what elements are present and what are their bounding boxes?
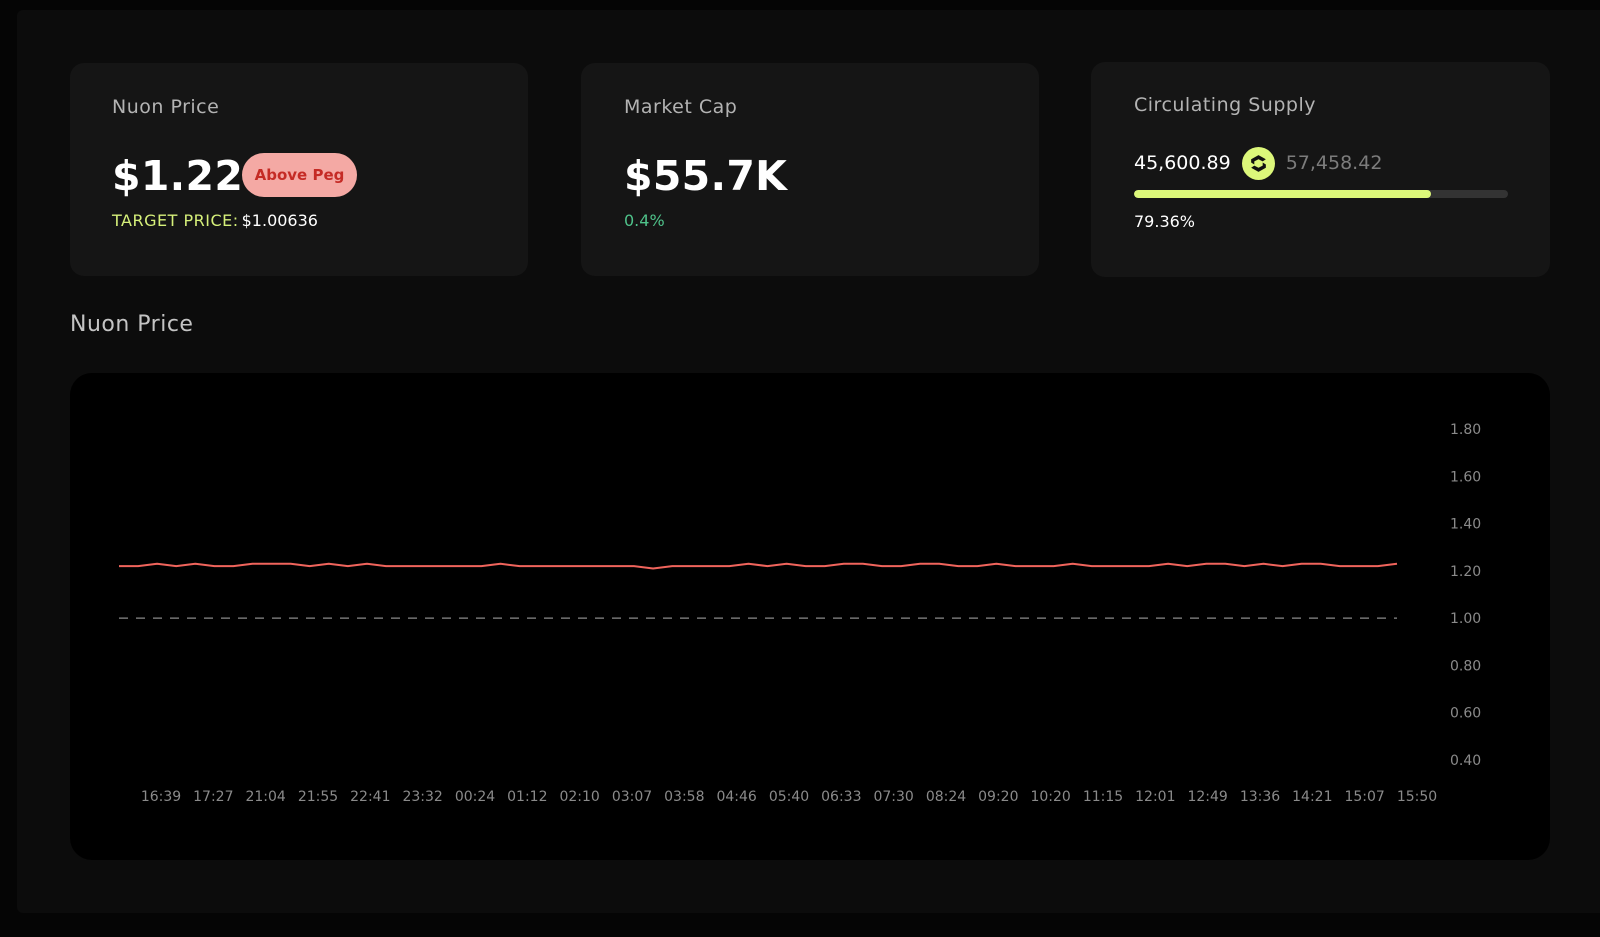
supply-progress-fill [1134, 190, 1431, 198]
nuon-price-card-title: Nuon Price [112, 96, 220, 118]
x-tick-label: 15:07 [1344, 789, 1384, 805]
market-cap-value: $55.7K [624, 152, 788, 200]
x-tick-label: 11:15 [1083, 789, 1123, 805]
chart-section-title: Nuon Price [70, 312, 194, 337]
supply-current-value: 45,600.89 [1134, 152, 1231, 174]
x-tick-label: 02:10 [559, 789, 599, 805]
x-tick-label: 23:32 [402, 789, 442, 805]
supply-percent: 79.36% [1134, 212, 1196, 231]
nuon-price-card: Nuon Price $1.22 Above Peg TARGET PRICE:… [70, 63, 528, 276]
y-tick-label: 0.40 [1450, 753, 1481, 769]
supply-row: 45,600.89 57,458.42 [1134, 146, 1382, 180]
target-price-value: $1.00636 [241, 211, 318, 230]
x-tick-label: 14:21 [1292, 789, 1332, 805]
circulating-supply-card: Circulating Supply 45,600.89 57,458.42 7… [1091, 62, 1550, 277]
x-tick-label: 21:55 [298, 789, 338, 805]
x-tick-label: 17:27 [193, 789, 233, 805]
supply-max-value: 57,458.42 [1285, 152, 1383, 174]
y-tick-label: 1.80 [1450, 422, 1481, 438]
x-tick-label: 01:12 [507, 789, 547, 805]
x-tick-label: 04:46 [716, 789, 756, 805]
x-tick-label: 08:24 [926, 789, 966, 805]
supply-progress-bar [1134, 190, 1508, 198]
target-price-row: TARGET PRICE: $1.00636 [112, 211, 318, 230]
x-tick-label: 13:36 [1240, 789, 1280, 805]
y-tick-label: 0.60 [1450, 706, 1481, 722]
x-tick-label: 21:04 [245, 789, 285, 805]
target-price-label: TARGET PRICE: [112, 211, 239, 230]
x-tick-label: 00:24 [455, 789, 495, 805]
price-chart: 1.80 1.60 1.40 1.20 1.00 0.80 0.60 0.40 16:39 17:… [70, 373, 1550, 860]
x-tick-label: 03:58 [664, 789, 704, 805]
nuon-price-value: $1.22 [112, 152, 244, 200]
above-peg-badge: Above Peg [242, 153, 357, 197]
circulating-supply-card-title: Circulating Supply [1134, 94, 1316, 116]
y-tick-label: 1.20 [1450, 564, 1481, 580]
price-series-line [119, 562, 1398, 570]
nuon-coin-icon [1241, 146, 1275, 180]
y-tick-label: 1.60 [1450, 469, 1481, 485]
x-tick-label: 03:07 [612, 789, 652, 805]
x-tick-label: 09:20 [978, 789, 1018, 805]
x-tick-label: 15:50 [1397, 789, 1437, 805]
price-chart-svg: 1.80 1.60 1.40 1.20 1.00 0.80 0.60 0.40 16:39 17:… [119, 422, 1481, 805]
x-tick-label: 12:01 [1135, 789, 1175, 805]
market-cap-change: 0.4% [624, 211, 665, 230]
market-cap-card-title: Market Cap [624, 96, 738, 118]
x-tick-label: 07:30 [873, 789, 913, 805]
market-cap-card: Market Cap $55.7K 0.4% [581, 63, 1039, 276]
x-tick-label: 06:33 [821, 789, 861, 805]
x-tick-label: 05:40 [769, 789, 809, 805]
x-tick-label: 12:49 [1187, 789, 1227, 805]
y-tick-label: 0.80 [1450, 658, 1481, 674]
y-tick-label: 1.40 [1450, 517, 1481, 533]
y-tick-label: 1.00 [1450, 611, 1481, 627]
x-tick-label: 10:20 [1030, 789, 1070, 805]
x-tick-label: 16:39 [141, 789, 181, 805]
x-tick-label: 22:41 [350, 789, 390, 805]
